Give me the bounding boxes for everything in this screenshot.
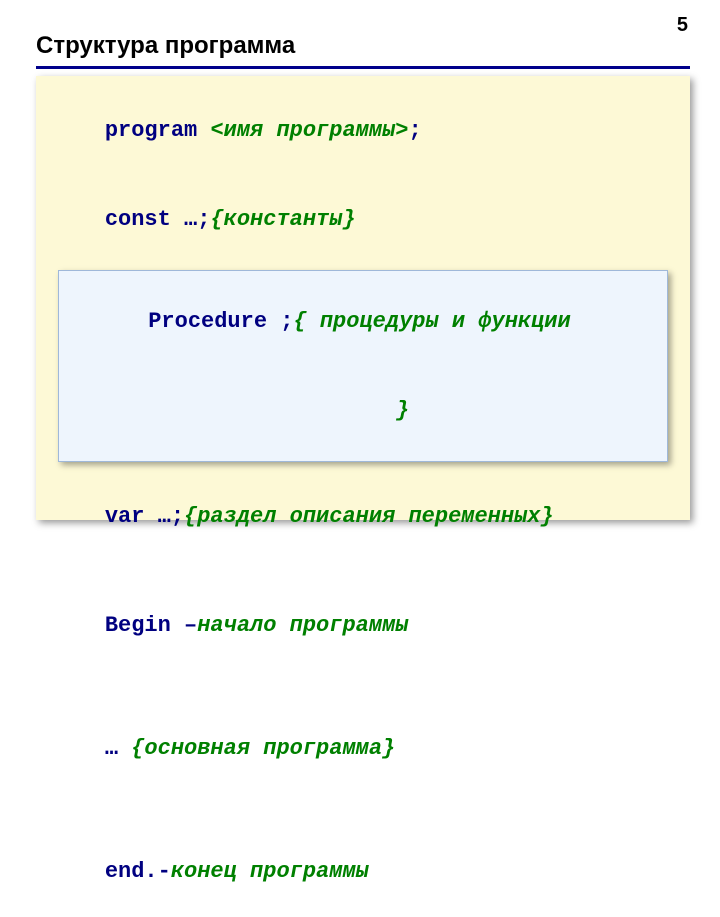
line-main: … {основная программа}: [52, 704, 674, 793]
line-begin: Begin –начало программы: [52, 581, 674, 670]
title-underline: [36, 66, 690, 69]
procedure-callout: Procedure ;{ процедуры и функции }: [58, 270, 668, 462]
keyword-end: end.-: [105, 859, 171, 884]
placeholder-program-name: <имя программы>: [210, 118, 408, 143]
keyword-var: var …;: [105, 504, 184, 529]
keyword-const: const …;: [105, 207, 211, 232]
page-number: 5: [677, 14, 688, 37]
slide-title: Структура программа: [36, 32, 295, 60]
comment-main: {основная программа}: [131, 736, 395, 761]
keyword-procedure: Procedure ;: [148, 309, 293, 334]
line-program: program <имя программы>;: [52, 86, 674, 175]
code-block: program <имя программы>; const …;{конста…: [36, 76, 690, 520]
semicolon: ;: [408, 118, 421, 143]
comment-constants: {константы}: [210, 207, 355, 232]
line-const: const …;{константы}: [52, 175, 674, 264]
comment-end: конец программы: [171, 859, 369, 884]
comment-procedures-1: { процедуры и функции: [293, 309, 570, 334]
keyword-program: program: [105, 118, 197, 143]
line-end: end.-конец программы: [52, 827, 674, 916]
comment-begin: начало программы: [197, 613, 408, 638]
keyword-begin: Begin –: [105, 613, 197, 638]
ellipsis-main: …: [105, 736, 131, 761]
comment-variables: {раздел описания переменных}: [184, 504, 554, 529]
comment-procedures-2: }: [396, 398, 409, 423]
line-var: var …;{раздел описания переменных}: [52, 472, 674, 561]
